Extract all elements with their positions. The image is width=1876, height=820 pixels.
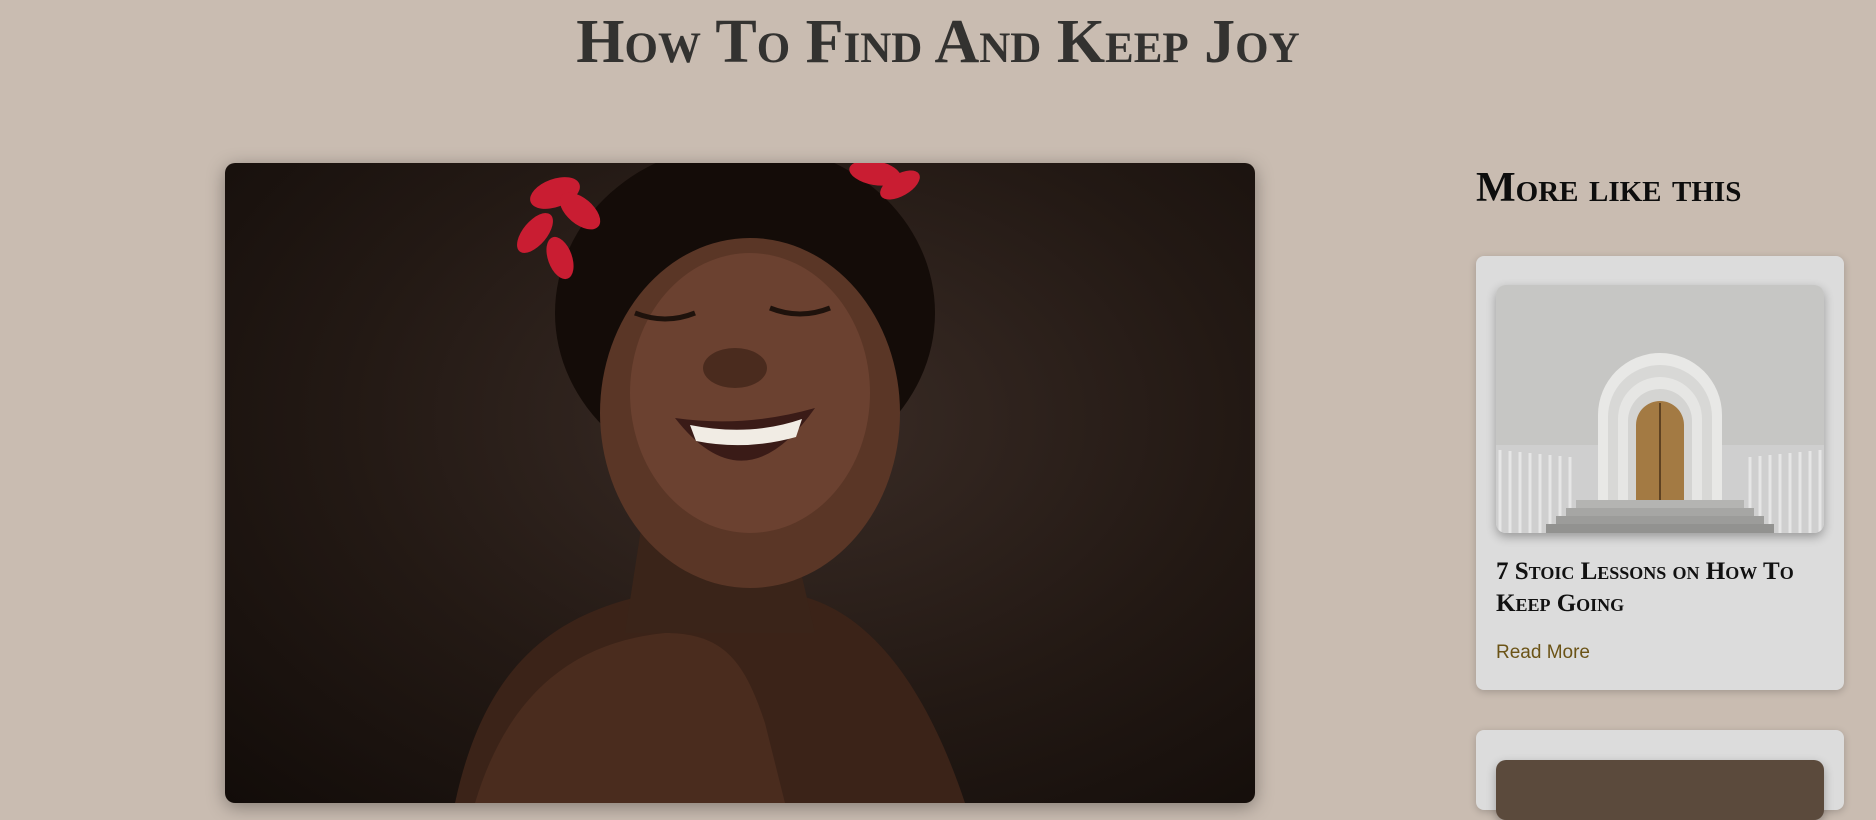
hero-image-smiling-woman [225, 163, 1255, 803]
card-thumbnail-arched-door[interactable] [1496, 285, 1824, 533]
page-title: How To Find And Keep Joy [576, 8, 1300, 76]
read-more-link[interactable]: Read More [1496, 642, 1590, 664]
card-thumbnail[interactable] [1496, 760, 1824, 820]
card-title[interactable]: 7 Stoic Lessons on How To Keep Going [1496, 556, 1826, 620]
related-article-card[interactable]: 7 Stoic Lessons on How To Keep Going Rea… [1476, 256, 1844, 690]
more-like-this-heading: More like this [1476, 165, 1742, 211]
related-article-card[interactable] [1476, 730, 1844, 820]
